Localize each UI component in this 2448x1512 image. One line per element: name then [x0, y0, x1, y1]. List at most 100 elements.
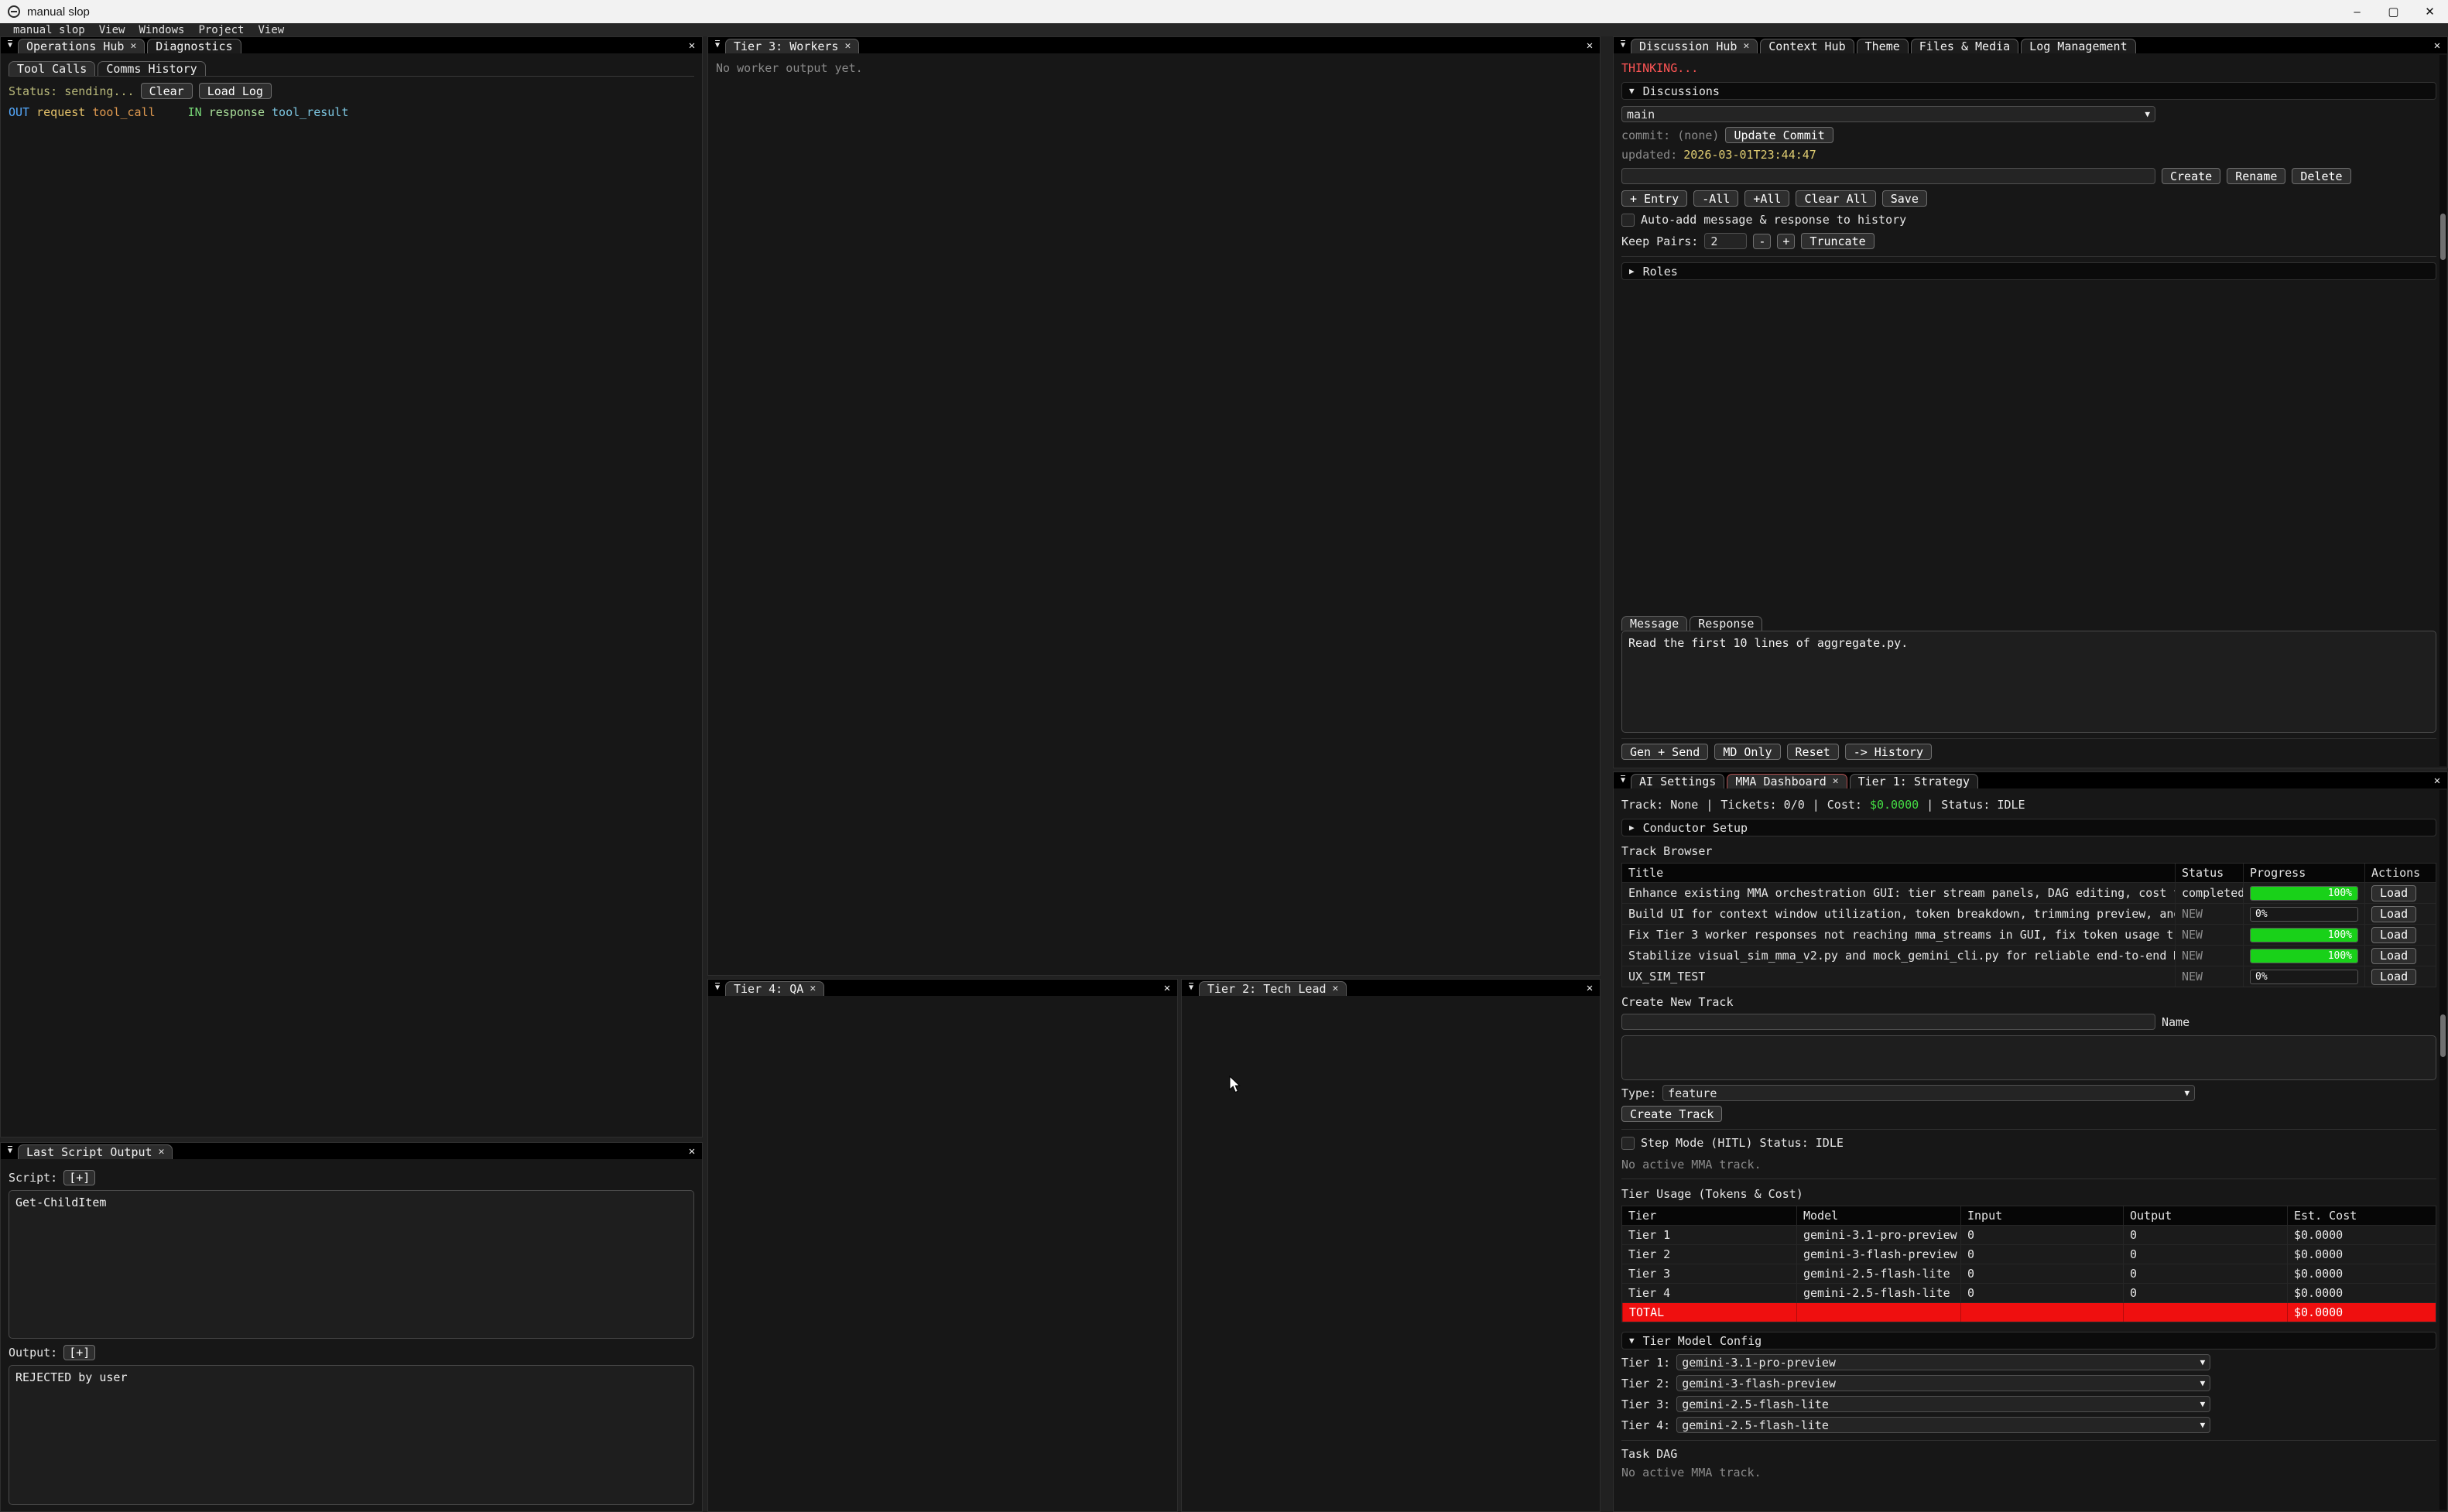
- tab-log-management[interactable]: Log Management: [2021, 39, 2135, 53]
- roles-header[interactable]: ▶ Roles: [1621, 262, 2436, 280]
- track-type-combo[interactable]: feature ▼: [1662, 1085, 2195, 1101]
- window-menu-icon[interactable]: ▼: [2, 1147, 18, 1155]
- panel-close-icon[interactable]: ✕: [1157, 982, 1177, 994]
- close-icon[interactable]: ✕: [1333, 983, 1339, 994]
- vertical-scrollbar[interactable]: [2439, 55, 2446, 766]
- tab-response[interactable]: Response: [1690, 616, 1762, 631]
- window-menu-icon[interactable]: ▼: [1183, 983, 1199, 992]
- tab-message[interactable]: Message: [1621, 616, 1687, 631]
- tab-discussion-hub[interactable]: Discussion Hub ✕: [1631, 39, 1758, 53]
- panel-close-icon[interactable]: ✕: [1580, 39, 1600, 52]
- close-icon[interactable]: ✕: [130, 40, 136, 52]
- panel-close-icon[interactable]: ✕: [2427, 775, 2447, 787]
- script-textarea[interactable]: Get-ChildItem: [9, 1190, 694, 1339]
- load-button[interactable]: Load: [2371, 948, 2416, 964]
- window-menu-icon[interactable]: ▼: [2, 41, 18, 50]
- tier-model-config-header[interactable]: ▼ Tier Model Config: [1621, 1332, 2436, 1350]
- scrollbar-thumb[interactable]: [2440, 1014, 2446, 1057]
- new-track-name-input[interactable]: [1621, 1014, 2155, 1030]
- to-history-button[interactable]: -> History: [1845, 744, 1932, 760]
- clear-all-button[interactable]: Clear All: [1796, 190, 1875, 207]
- window-close-button[interactable]: ✕: [2412, 0, 2448, 23]
- tab-diagnostics[interactable]: Diagnostics: [147, 39, 241, 53]
- close-icon[interactable]: ✕: [844, 40, 851, 52]
- close-icon[interactable]: ✕: [159, 1146, 165, 1158]
- tab-tier2-tech-lead[interactable]: Tier 2: Tech Lead ✕: [1199, 981, 1347, 996]
- vertical-scrollbar[interactable]: [2439, 790, 2446, 1510]
- tab-last-script-output[interactable]: Last Script Output ✕: [18, 1144, 173, 1159]
- panel-close-icon[interactable]: ✕: [682, 1145, 702, 1158]
- close-icon[interactable]: ✕: [810, 983, 816, 994]
- maximize-button[interactable]: ▢: [2375, 0, 2412, 23]
- combo-value: main: [1627, 108, 2145, 121]
- delete-button[interactable]: Delete: [2292, 168, 2350, 184]
- keep-pairs-minus-button[interactable]: -: [1753, 234, 1771, 249]
- new-track-description-textarea[interactable]: [1621, 1035, 2436, 1080]
- close-icon[interactable]: ✕: [1743, 40, 1749, 52]
- menu-view[interactable]: View: [92, 24, 132, 36]
- tab-theme[interactable]: Theme: [1857, 39, 1909, 53]
- discussion-branch-combo[interactable]: main ▼: [1621, 106, 2155, 122]
- tier2-model-combo[interactable]: gemini-3-flash-preview ▼: [1676, 1375, 2210, 1391]
- load-button[interactable]: Load: [2371, 969, 2416, 985]
- panel-close-icon[interactable]: ✕: [2427, 39, 2447, 52]
- tab-comms-history[interactable]: Comms History: [98, 61, 205, 76]
- panel-close-icon[interactable]: ✕: [1580, 982, 1600, 994]
- scrollbar-thumb[interactable]: [2440, 214, 2446, 260]
- panel-close-icon[interactable]: ✕: [682, 39, 702, 52]
- window-menu-icon[interactable]: ▼: [710, 41, 725, 50]
- conductor-setup-header[interactable]: ▶ Conductor Setup: [1621, 819, 2436, 836]
- discussions-header[interactable]: ▼ Discussions: [1621, 82, 2436, 100]
- tab-tier4-qa[interactable]: Tier 4: QA ✕: [725, 981, 824, 996]
- load-log-button[interactable]: Load Log: [199, 83, 272, 99]
- tab-operations-hub[interactable]: Operations Hub ✕: [18, 39, 145, 53]
- message-response-tabs: Message Response: [1621, 614, 2436, 631]
- keep-pairs-input[interactable]: 2: [1704, 233, 1747, 249]
- legend-out: OUT: [9, 105, 29, 119]
- load-button[interactable]: Load: [2371, 885, 2416, 901]
- menu-manual-slop[interactable]: manual slop: [6, 24, 92, 36]
- tab-tier1-strategy[interactable]: Tier 1: Strategy: [1850, 774, 1979, 788]
- load-button[interactable]: Load: [2371, 906, 2416, 922]
- discussion-name-input[interactable]: [1621, 168, 2155, 184]
- truncate-button[interactable]: Truncate: [1801, 233, 1874, 249]
- close-icon[interactable]: ✕: [1833, 775, 1839, 787]
- auto-add-checkbox[interactable]: [1621, 214, 1635, 227]
- script-expand-button[interactable]: [+]: [63, 1170, 95, 1185]
- create-track-button[interactable]: Create Track: [1621, 1106, 1722, 1122]
- menu-project[interactable]: Project: [191, 24, 251, 36]
- md-only-button[interactable]: MD Only: [1714, 744, 1780, 760]
- tab-tool-calls[interactable]: Tool Calls: [9, 61, 95, 76]
- tab-tier3-workers[interactable]: Tier 3: Workers ✕: [725, 39, 859, 53]
- update-commit-button[interactable]: Update Commit: [1725, 127, 1833, 143]
- create-button[interactable]: Create: [2162, 168, 2220, 184]
- cost-value: $0.0000: [1870, 798, 1919, 812]
- expand-all-button[interactable]: +All: [1744, 190, 1789, 207]
- keep-pairs-plus-button[interactable]: +: [1777, 234, 1795, 249]
- save-button[interactable]: Save: [1882, 190, 1927, 207]
- menu-view-2[interactable]: View: [251, 24, 291, 36]
- step-mode-checkbox[interactable]: [1621, 1137, 1635, 1150]
- output-expand-button[interactable]: [+]: [63, 1345, 95, 1360]
- minimize-button[interactable]: –: [2339, 0, 2375, 23]
- add-entry-button[interactable]: + Entry: [1621, 190, 1687, 207]
- reset-button[interactable]: Reset: [1787, 744, 1839, 760]
- clear-button[interactable]: Clear: [141, 83, 193, 99]
- message-textarea[interactable]: Read the first 10 lines of aggregate.py.: [1621, 631, 2436, 733]
- gen-send-button[interactable]: Gen + Send: [1621, 744, 1708, 760]
- collapse-all-button[interactable]: -All: [1693, 190, 1738, 207]
- window-menu-icon[interactable]: ▼: [1615, 41, 1631, 50]
- window-menu-icon[interactable]: ▼: [1615, 776, 1631, 785]
- tab-files-media[interactable]: Files & Media: [1911, 39, 2018, 53]
- tab-mma-dashboard[interactable]: MMA Dashboard ✕: [1727, 774, 1847, 788]
- load-button[interactable]: Load: [2371, 927, 2416, 943]
- tab-ai-settings[interactable]: AI Settings: [1631, 774, 1724, 788]
- rename-button[interactable]: Rename: [2227, 168, 2285, 184]
- tier4-model-combo[interactable]: gemini-2.5-flash-lite ▼: [1676, 1417, 2210, 1433]
- tier1-model-combo[interactable]: gemini-3.1-pro-preview ▼: [1676, 1354, 2210, 1370]
- tier3-model-combo[interactable]: gemini-2.5-flash-lite ▼: [1676, 1396, 2210, 1412]
- output-textarea[interactable]: REJECTED by user: [9, 1365, 694, 1505]
- menu-windows[interactable]: Windows: [132, 24, 191, 36]
- tab-context-hub[interactable]: Context Hub: [1760, 39, 1854, 53]
- window-menu-icon[interactable]: ▼: [710, 983, 725, 992]
